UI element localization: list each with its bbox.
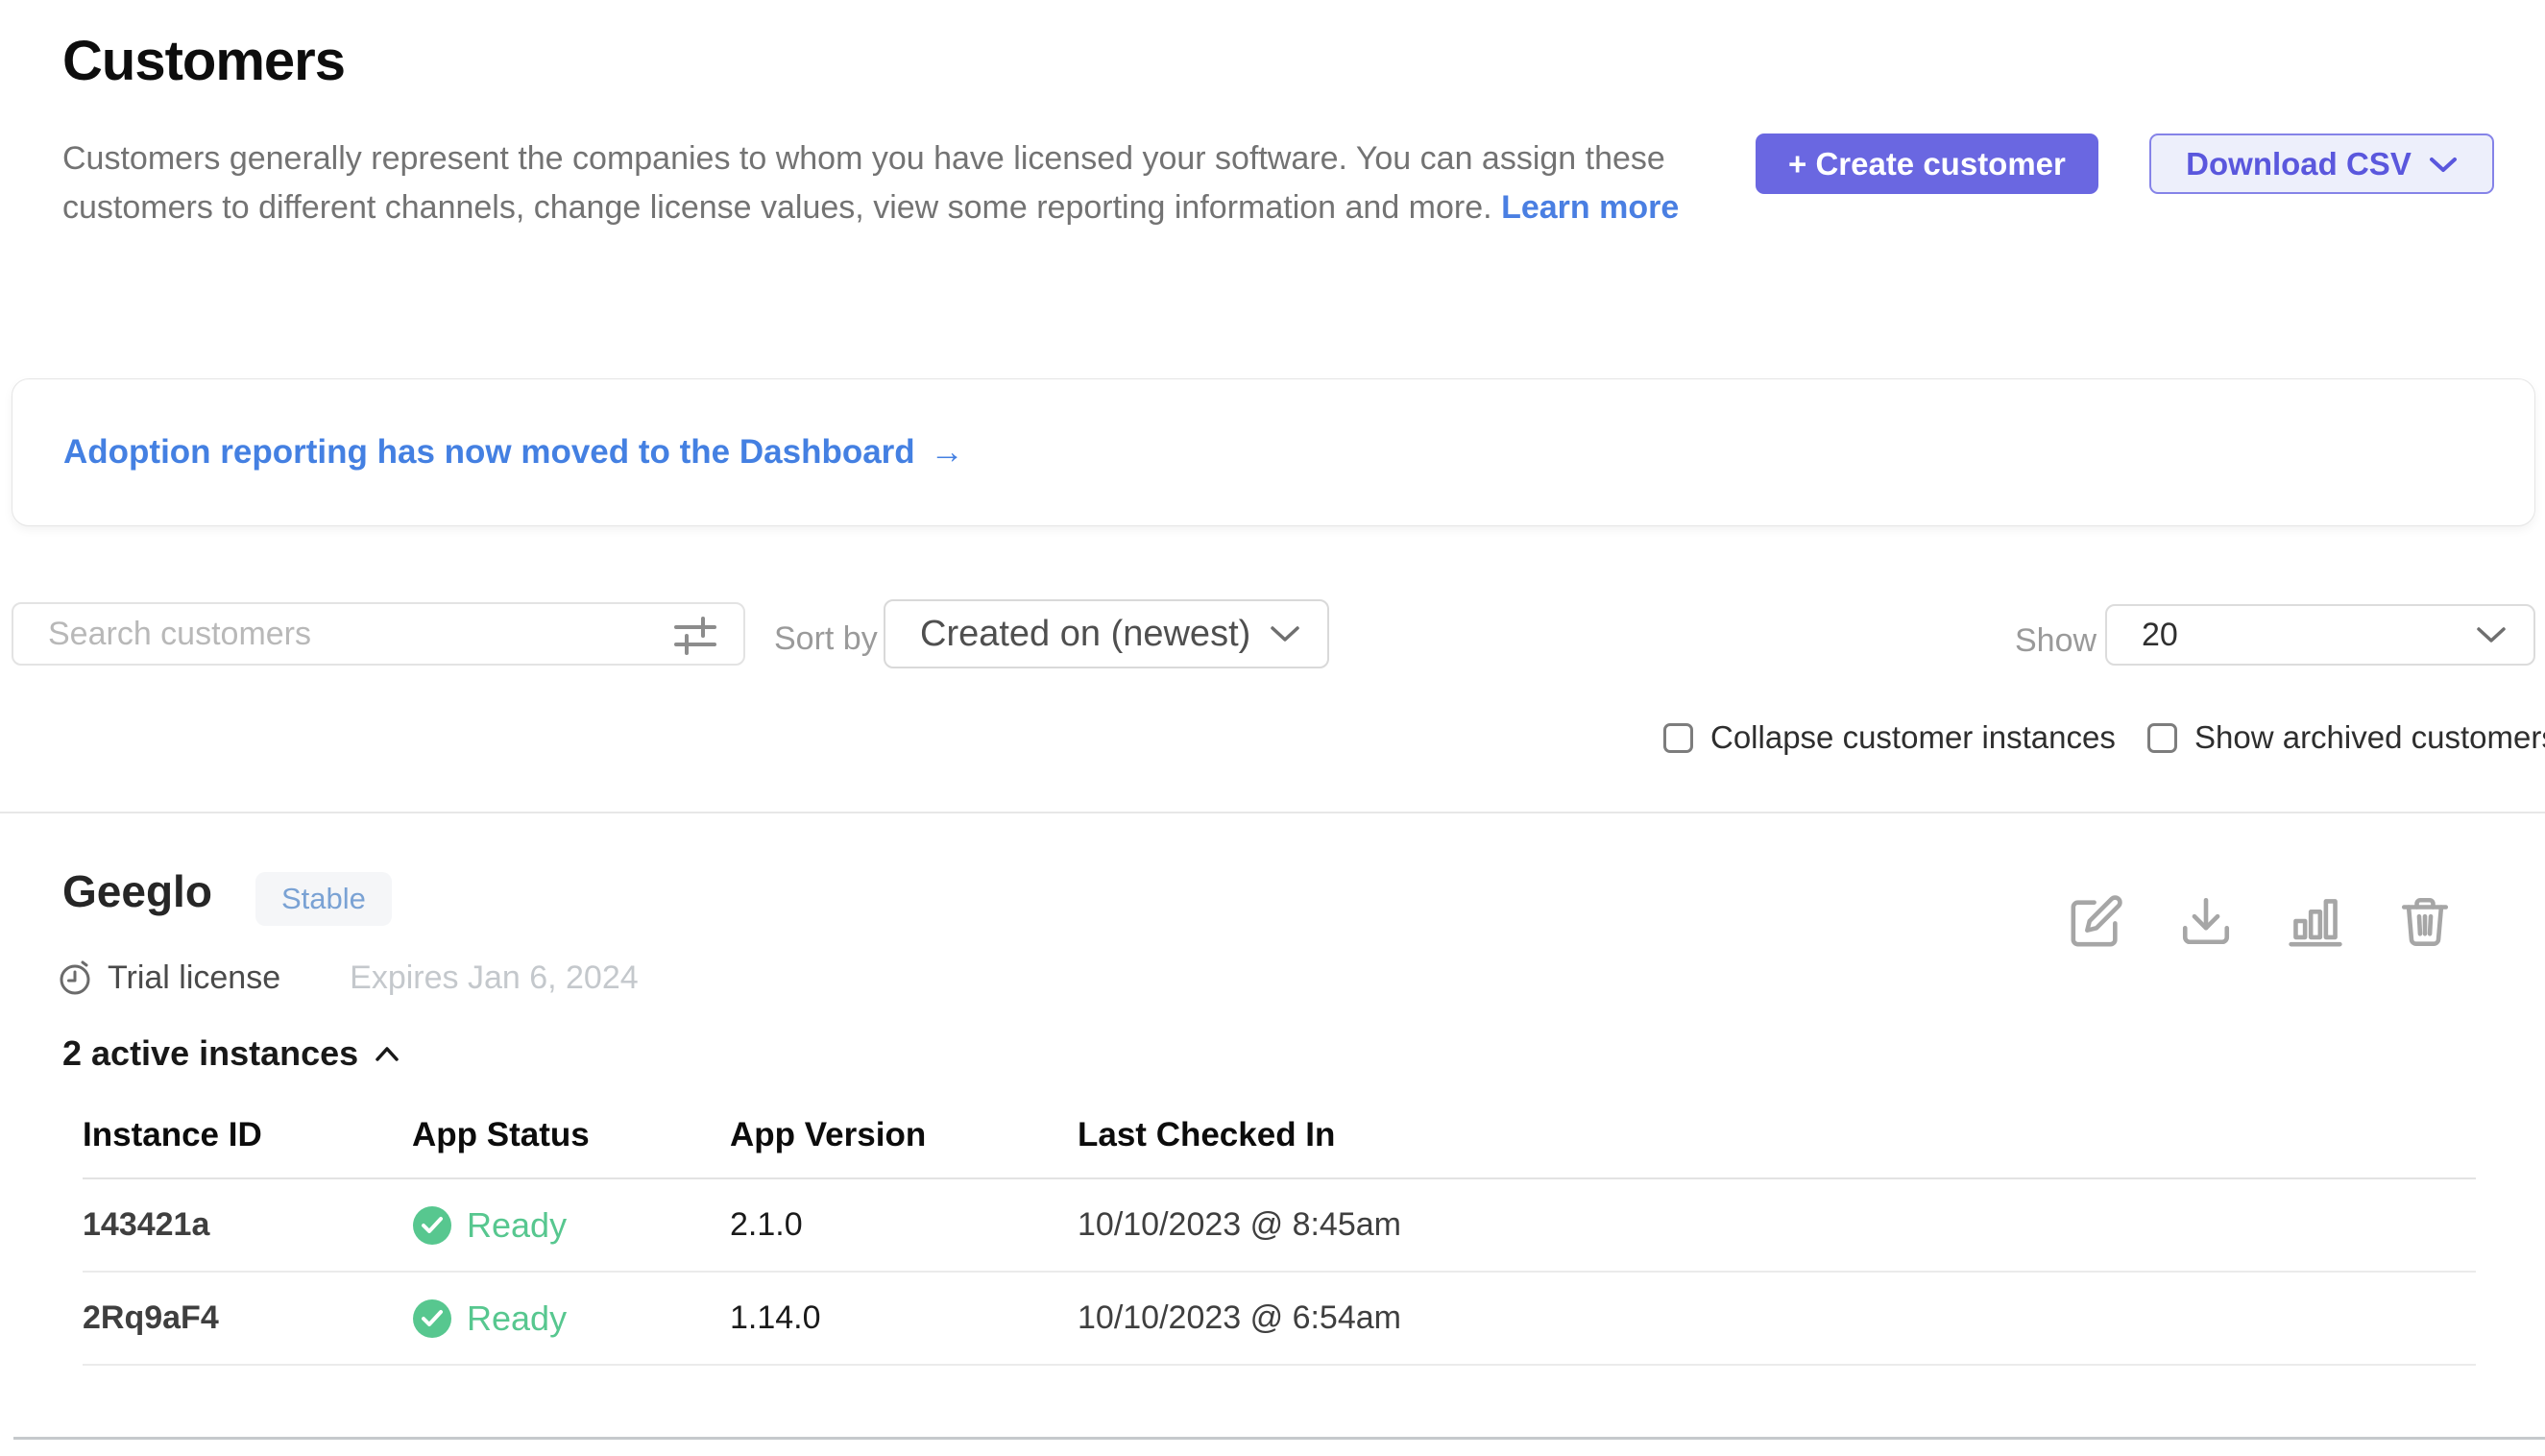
cell-last-checked-in: 10/10/2023 @ 8:45am: [1078, 1206, 2476, 1244]
instances-table: Instance ID App Status App Version Last …: [83, 1116, 2476, 1366]
channel-badge: Stable: [255, 872, 392, 926]
section-divider: [0, 812, 2545, 813]
search-customers-input[interactable]: [12, 602, 745, 666]
chevron-up-icon: [374, 1045, 400, 1062]
cell-last-checked-in: 10/10/2023 @ 6:54am: [1078, 1299, 2476, 1337]
download-csv-button[interactable]: Download CSV: [2149, 133, 2494, 194]
col-header-last-checked-in: Last Checked In: [1078, 1116, 2476, 1177]
show-archived-checkbox[interactable]: [2147, 723, 2177, 753]
active-instances-toggle[interactable]: 2 active instances: [62, 1033, 400, 1074]
download-csv-label: Download CSV: [2186, 146, 2412, 182]
sort-select[interactable]: Created on (newest): [884, 599, 1329, 668]
collapse-instances-label: Collapse customer instances: [1710, 719, 2116, 756]
create-customer-button[interactable]: + Create customer: [1756, 133, 2098, 194]
download-icon: [2178, 893, 2234, 949]
show-archived-checkbox-group[interactable]: Show archived customers: [2147, 719, 2545, 756]
page-description-text: Customers generally represent the compan…: [62, 140, 1665, 226]
customer-name[interactable]: Geeglo: [62, 865, 212, 917]
instances-table-header: Instance ID App Status App Version Last …: [83, 1116, 2476, 1179]
edit-customer-button[interactable]: [2067, 889, 2126, 953]
customer-reporting-button[interactable]: [2286, 889, 2345, 953]
search-customers-wrap: [12, 602, 745, 666]
active-instances-label: 2 active instances: [62, 1033, 358, 1074]
page-description: Customers generally represent the compan…: [62, 134, 1707, 232]
license-expiry: Expires Jan 6, 2024: [350, 959, 639, 997]
show-count-select[interactable]: 20: [2105, 604, 2535, 666]
delete-customer-button[interactable]: [2395, 889, 2455, 953]
clock-icon: [58, 959, 94, 997]
chevron-down-icon: [1270, 624, 1300, 643]
cell-instance-id: 143421a: [83, 1206, 412, 1244]
learn-more-link[interactable]: Learn more: [1501, 189, 1679, 226]
license-row: Trial license Expires Jan 6, 2024: [58, 959, 639, 997]
show-label: Show: [2015, 622, 2097, 660]
table-row: 2Rq9aF4 Ready 1.14.0 10/10/2023 @ 6:54am: [83, 1273, 2476, 1366]
customer-card-bottom-divider: [13, 1437, 2545, 1440]
adoption-banner-text: Adoption reporting has now moved to the …: [63, 433, 915, 472]
cell-app-version: 2.1.0: [730, 1206, 1078, 1244]
customers-page: Customers Customers generally represent …: [0, 0, 2545, 1456]
cell-app-status: Ready: [412, 1205, 730, 1246]
table-row: 143421a Ready 2.1.0 10/10/2023 @ 8:45am: [83, 1179, 2476, 1273]
cell-instance-id: 2Rq9aF4: [83, 1299, 412, 1337]
license-type: Trial license: [108, 959, 280, 997]
check-circle-icon: [412, 1298, 452, 1339]
trash-icon: [2397, 893, 2453, 949]
page-title: Customers: [62, 29, 345, 93]
col-header-instance-id: Instance ID: [83, 1116, 412, 1177]
adoption-banner-link[interactable]: Adoption reporting has now moved to the …: [63, 433, 964, 472]
arrow-right-icon: →: [931, 433, 964, 472]
customer-actions: [2067, 889, 2455, 953]
chevron-down-icon: [2476, 625, 2507, 644]
bar-chart-icon: [2288, 893, 2343, 949]
edit-icon: [2069, 893, 2124, 949]
col-header-app-status: App Status: [412, 1116, 730, 1177]
download-license-button[interactable]: [2176, 889, 2236, 953]
chevron-down-icon: [2429, 156, 2458, 173]
cell-app-version: 1.14.0: [730, 1299, 1078, 1337]
col-header-app-version: App Version: [730, 1116, 1078, 1177]
collapse-instances-checkbox[interactable]: [1663, 723, 1693, 753]
show-archived-label: Show archived customers: [2194, 719, 2545, 756]
status-label: Ready: [467, 1298, 567, 1339]
sort-select-value: Created on (newest): [920, 614, 1250, 655]
check-circle-icon: [412, 1205, 452, 1246]
adoption-banner: Adoption reporting has now moved to the …: [12, 378, 2535, 526]
show-count-value: 20: [2142, 617, 2178, 654]
status-label: Ready: [467, 1205, 567, 1246]
collapse-instances-checkbox-group[interactable]: Collapse customer instances: [1663, 719, 2116, 756]
sliders-filter-icon[interactable]: [672, 615, 718, 657]
sort-by-label: Sort by: [774, 620, 878, 658]
cell-app-status: Ready: [412, 1298, 730, 1339]
